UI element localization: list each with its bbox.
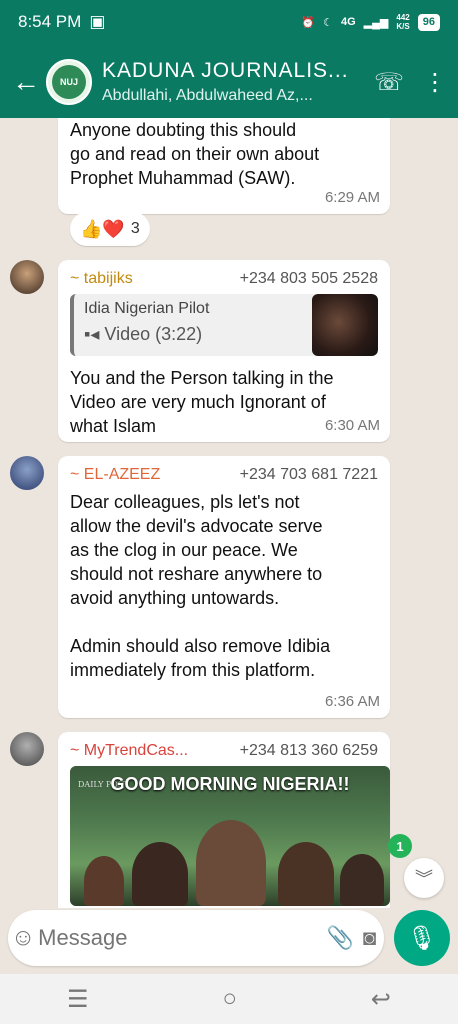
chat-area[interactable]: Anyone doubting this should go and read … — [0, 118, 458, 908]
sender-phone: +234 813 360 6259 — [239, 742, 378, 759]
message-bubble[interactable]: ~ tabijiks +234 803 505 2528 Idia Nigeri… — [58, 260, 390, 442]
message-text: Anyone doubting this should go and read … — [70, 120, 320, 188]
attach-icon[interactable]: 📎 — [326, 925, 355, 951]
photo-person — [196, 820, 266, 906]
moon-icon: ☾ — [323, 16, 333, 29]
message-bubble[interactable]: Anyone doubting this should go and read … — [58, 118, 390, 214]
network-type: 4G — [340, 16, 356, 28]
photo-person — [340, 854, 384, 906]
message-text: Dear colleagues, pls let's not allow the… — [70, 492, 331, 680]
home-icon[interactable]: ○ — [222, 985, 237, 1013]
message-time: 6:36 AM — [324, 693, 380, 710]
sender-name[interactable]: ~ MyTrendCas... — [70, 742, 188, 760]
signal-icon: ▂▄▆ — [363, 16, 389, 29]
quoted-title: Idia Nigerian Pilot — [84, 300, 210, 317]
video-thumbnail — [312, 294, 378, 356]
message-time: 6:29 AM — [324, 189, 380, 206]
chat-header: ← NUJ KADUNA JOURNALIS... Abdullahi, Abd… — [0, 50, 458, 114]
sender-phone: +234 703 681 7221 — [239, 466, 378, 483]
status-bar: 8:54 PM ▣ ⏰ ☾ 4G ▂▄▆ 442 K/S 96 — [18, 10, 440, 34]
avatar[interactable] — [10, 456, 44, 490]
status-time: 8:54 PM — [18, 12, 82, 31]
network-speed: 442 K/S — [396, 13, 410, 31]
video-icon: ▪◂ — [84, 324, 105, 344]
photo-person — [278, 842, 334, 906]
reaction-emojis: 👍❤️ — [80, 218, 125, 239]
battery-icon: 96 — [417, 13, 440, 31]
alarm-icon: ⏰ — [301, 16, 316, 29]
mic-icon[interactable]: 🎙 — [394, 910, 450, 966]
system-nav-bar: ☰ ○ ↩ — [0, 974, 458, 1024]
reaction-count: 3 — [130, 220, 140, 237]
group-name: KADUNA JOURNALIS... — [102, 59, 349, 82]
photo-caption: GOOD MORNING NIGERIA!! — [110, 774, 350, 794]
sender-name[interactable]: ~ tabijiks — [70, 270, 133, 288]
group-avatar[interactable]: NUJ — [46, 59, 92, 105]
notification-icon: ▣ — [89, 12, 106, 31]
back-nav-icon[interactable]: ↩ — [371, 985, 391, 1014]
photo-person — [132, 842, 188, 906]
image-attachment[interactable]: DAILY POST GOOD MORNING NIGERIA!! — [70, 766, 390, 906]
avatar[interactable] — [10, 260, 44, 294]
sender-phone: +234 803 505 2528 — [239, 270, 378, 287]
group-info[interactable]: KADUNA JOURNALIS... Abdullahi, Abdulwahe… — [102, 59, 366, 105]
recent-apps-icon[interactable]: ☰ — [67, 985, 89, 1014]
more-icon[interactable]: ⋮ — [412, 68, 458, 97]
add-call-icon[interactable]: ☏ — [366, 68, 412, 97]
quoted-message[interactable]: Idia Nigerian Pilot ▪◂ Video (3:22) — [70, 294, 378, 356]
sender-name[interactable]: ~ EL-AZEEZ — [70, 466, 160, 484]
message-reactions[interactable]: 👍❤️ 3 — [70, 212, 150, 246]
camera-icon[interactable]: ◙ — [355, 925, 384, 951]
message-input[interactable] — [38, 925, 327, 951]
message-composer[interactable]: ☺ 📎 ◙ — [8, 910, 384, 966]
quoted-subtitle: Video (3:22) — [104, 324, 203, 344]
back-arrow-icon[interactable]: ← — [6, 66, 46, 98]
chevron-down-icon[interactable]: ︾ — [404, 858, 444, 898]
photo-person — [84, 856, 124, 906]
message-bubble[interactable]: ~ EL-AZEEZ +234 703 681 7221 Dear collea… — [58, 456, 390, 718]
group-avatar-logo: NUJ — [52, 65, 86, 99]
unread-badge: 1 — [388, 834, 412, 858]
message-bubble[interactable]: ~ MyTrendCas... +234 813 360 6259 DAILY … — [58, 732, 390, 908]
message-time: 6:30 AM — [324, 417, 380, 434]
top-bar: 8:54 PM ▣ ⏰ ☾ 4G ▂▄▆ 442 K/S 96 ← NUJ KA… — [0, 0, 458, 118]
avatar[interactable] — [10, 732, 44, 766]
emoji-icon[interactable]: ☺ — [8, 924, 38, 952]
group-members: Abdullahi, Abdulwaheed Az,... — [102, 87, 313, 104]
